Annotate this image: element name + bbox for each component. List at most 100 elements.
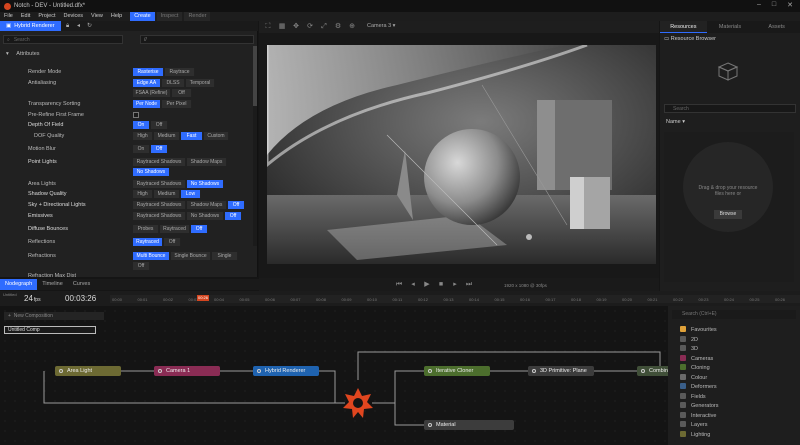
close-icon[interactable]: ✕: [783, 1, 797, 11]
library-item-cameras[interactable]: Cameras: [680, 354, 713, 362]
library-item-generators[interactable]: Generators: [680, 402, 719, 409]
skip-back-icon[interactable]: ⏮: [394, 280, 404, 290]
option-button[interactable]: Single: [212, 252, 238, 260]
option-button[interactable]: Off: [225, 212, 242, 220]
option-button[interactable]: Off: [191, 225, 208, 233]
node-camera-1[interactable]: Camera 1: [154, 366, 220, 376]
minimize-icon[interactable]: –: [752, 1, 766, 11]
option-button[interactable]: Raytraced: [160, 225, 190, 233]
option-button[interactable]: Rasterise: [133, 68, 164, 76]
option-button[interactable]: On: [133, 121, 150, 129]
option-button[interactable]: FSAA (Refine): [133, 89, 171, 97]
option-button[interactable]: Low: [181, 190, 201, 198]
option-button[interactable]: On: [133, 145, 150, 153]
library-search-input[interactable]: Search (Ctrl+E): [672, 310, 796, 319]
option-button[interactable]: DLSS: [162, 79, 185, 87]
skip-forward-icon[interactable]: ⏭: [464, 280, 474, 290]
menu-render[interactable]: Render: [184, 12, 211, 21]
root-node-icon[interactable]: [341, 386, 375, 420]
option-button[interactable]: Per Node: [133, 100, 161, 108]
composition-item[interactable]: Untitled Comp: [4, 326, 96, 334]
option-button[interactable]: Raytraced Shadows: [133, 212, 186, 220]
library-item-layers[interactable]: Layers: [680, 421, 708, 428]
step-back-icon[interactable]: ◂: [408, 280, 418, 290]
option-button[interactable]: Medium: [154, 132, 180, 140]
attributes-search-input[interactable]: ⌕ Search: [3, 35, 123, 44]
tab-hybrid-renderer[interactable]: ▣ Hybrid Renderer: [0, 21, 61, 31]
settings-icon[interactable]: ⚙: [333, 22, 343, 32]
option-button[interactable]: Shadow Maps: [187, 158, 227, 166]
resource-search-input[interactable]: Search: [664, 104, 796, 113]
library-item-favourites[interactable]: Favourites: [680, 326, 717, 333]
fullscreen-icon[interactable]: ⛶: [263, 22, 273, 32]
move-icon[interactable]: ✥: [291, 22, 301, 32]
option-button[interactable]: Multi Bounce: [133, 252, 170, 260]
node-3d-primitive-plane[interactable]: 3D Primitive: Plane: [528, 366, 594, 376]
menu-edit[interactable]: Edit: [17, 12, 34, 21]
library-item-colour[interactable]: Colour: [680, 373, 707, 381]
option-button[interactable]: Edge AA: [133, 79, 161, 87]
library-item-interactive[interactable]: Interactive: [680, 411, 716, 419]
zoom-icon[interactable]: ⊕: [347, 22, 357, 32]
attributes-scrollbar[interactable]: [253, 46, 257, 246]
option-button[interactable]: Temporal: [186, 79, 215, 87]
node-path-field[interactable]: //: [140, 35, 254, 44]
option-button[interactable]: Per Pixel: [162, 100, 192, 108]
option-button[interactable]: Off: [151, 145, 168, 153]
rotate-icon[interactable]: ⟳: [305, 22, 315, 32]
option-button[interactable]: No Shadows: [187, 180, 224, 188]
tab-curves[interactable]: Curves: [68, 279, 95, 290]
library-item-lighting[interactable]: Lighting: [680, 430, 710, 438]
menu-help[interactable]: Help: [107, 12, 126, 21]
grid-icon[interactable]: ▦: [277, 22, 287, 32]
menu-project[interactable]: Project: [34, 12, 59, 21]
option-button[interactable]: Single Bounce: [171, 252, 211, 260]
node-area-light[interactable]: Area Light: [55, 366, 121, 376]
refresh-icon[interactable]: ↻: [86, 22, 94, 30]
tab-assets[interactable]: Assets: [753, 21, 800, 33]
library-item-3d[interactable]: 3D: [680, 345, 698, 352]
name-column-header[interactable]: Name ▾: [666, 119, 685, 125]
option-button[interactable]: Probes: [133, 225, 159, 233]
tab-timeline[interactable]: Timeline: [37, 279, 68, 290]
tab-nodegraph[interactable]: Nodegraph: [0, 279, 38, 290]
library-item-fields[interactable]: Fields: [680, 392, 706, 400]
menu-devices[interactable]: Devices: [59, 12, 87, 21]
menu-inspect[interactable]: Inspect: [156, 12, 183, 21]
node-material[interactable]: Material: [424, 420, 514, 430]
tab-resources[interactable]: Resources: [660, 21, 707, 33]
option-button[interactable]: Custom: [204, 132, 229, 140]
node-iterative-cloner[interactable]: Iterative Cloner: [424, 366, 490, 376]
pre-refine-checkbox[interactable]: [133, 112, 139, 118]
option-button[interactable]: High: [133, 132, 153, 140]
option-button[interactable]: Off: [133, 262, 150, 270]
back-icon[interactable]: ◂: [75, 22, 83, 30]
camera-select[interactable]: Camera 3 ▾: [367, 23, 395, 29]
option-button[interactable]: Raytraced: [133, 238, 163, 246]
option-button[interactable]: Medium: [154, 190, 180, 198]
menu-create[interactable]: Create: [130, 12, 155, 21]
option-button[interactable]: Raytraced Shadows: [133, 158, 186, 166]
scale-icon[interactable]: ⤢: [319, 22, 329, 32]
stop-icon[interactable]: ■: [436, 280, 446, 290]
menu-file[interactable]: File: [0, 12, 17, 21]
timeline-ruler[interactable]: 00:00 00:01 00:02 00:03 00:04 00:05 00:06 00:07…: [110, 295, 800, 303]
option-button[interactable]: No Shadows: [187, 212, 224, 220]
option-button[interactable]: Off: [172, 89, 192, 97]
browse-button[interactable]: Browse: [714, 210, 742, 219]
maximize-icon[interactable]: □: [767, 1, 781, 11]
lock-icon[interactable]: 🔒︎: [64, 22, 72, 30]
tab-materials[interactable]: Materials: [707, 21, 754, 33]
option-button[interactable]: Off: [151, 121, 168, 129]
option-button[interactable]: No Shadows: [133, 168, 170, 176]
option-button[interactable]: Off: [164, 238, 181, 246]
node-hybrid-renderer[interactable]: Hybrid Renderer: [253, 366, 319, 376]
option-button[interactable]: Off: [228, 201, 245, 209]
library-item-2d[interactable]: 2D: [680, 335, 698, 343]
library-item-cloning[interactable]: Cloning: [680, 364, 710, 371]
step-forward-icon[interactable]: ▸: [450, 280, 460, 290]
option-button[interactable]: Fast: [181, 132, 203, 140]
option-button[interactable]: Shadow Maps: [187, 201, 227, 209]
playhead[interactable]: 00:26: [197, 295, 209, 301]
option-button[interactable]: Raytraced Shadows: [133, 180, 186, 188]
